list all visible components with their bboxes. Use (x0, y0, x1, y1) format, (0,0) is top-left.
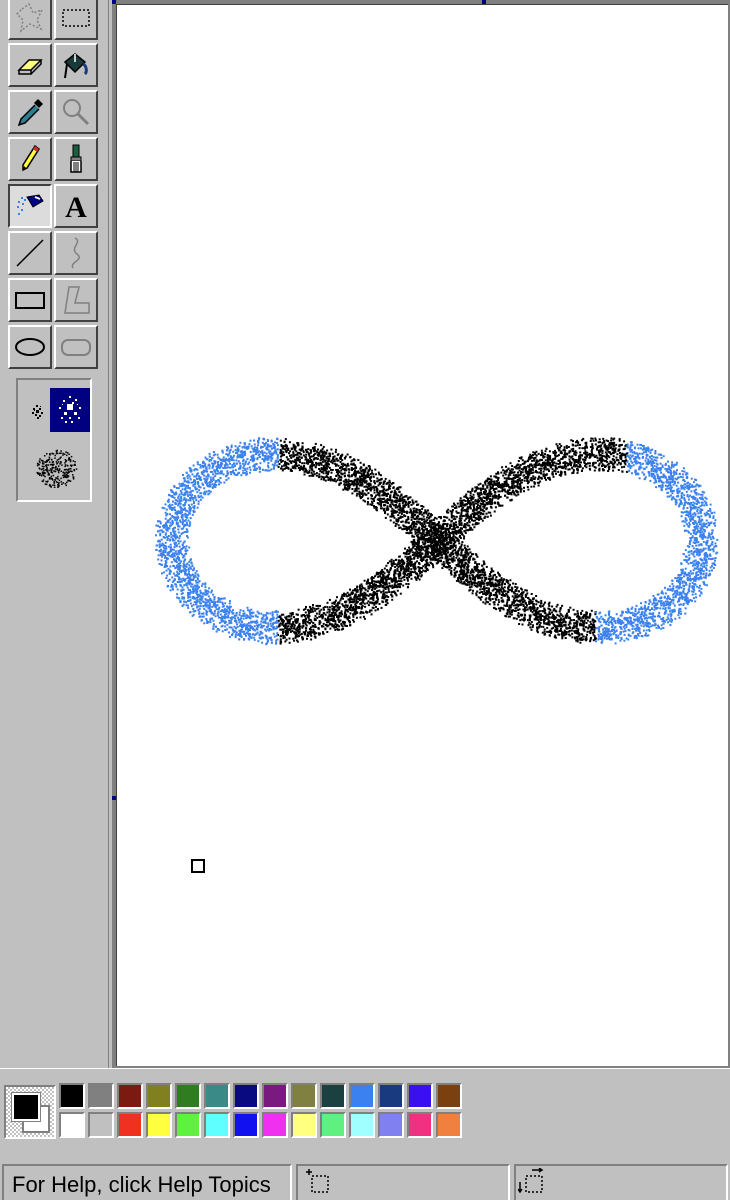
palette-color-swatch[interactable] (146, 1112, 172, 1138)
palette-color-swatch[interactable] (117, 1083, 143, 1109)
spray-size-large[interactable] (28, 442, 84, 494)
curve-icon (71, 237, 80, 269)
palette-color-swatch[interactable] (262, 1083, 288, 1109)
spray-size-medium[interactable] (50, 388, 90, 432)
palette-color-swatch[interactable] (349, 1083, 375, 1109)
rectangle-select-icon (62, 9, 90, 27)
tool-rectangle[interactable] (8, 278, 52, 322)
svg-text:A: A (65, 191, 87, 223)
tool-airbrush[interactable] (8, 184, 52, 228)
palette-color-swatch[interactable] (175, 1112, 201, 1138)
status-help-cell: For Help, click Help Topics (2, 1164, 292, 1200)
tool-box: A (0, 0, 108, 1068)
status-size-cell (514, 1164, 728, 1200)
palette-color-swatch[interactable] (407, 1083, 433, 1109)
polygon-icon (64, 286, 90, 314)
tool-eraser[interactable] (8, 43, 52, 87)
palette-color-swatch[interactable] (320, 1112, 346, 1138)
tool-select[interactable] (54, 0, 98, 40)
palette-color-swatch[interactable] (291, 1112, 317, 1138)
cursor-position-icon (306, 1169, 329, 1193)
drawing-canvas[interactable] (116, 4, 728, 1066)
spray-small-icon (32, 405, 43, 419)
palette-color-swatch[interactable] (262, 1112, 288, 1138)
eyedropper-icon (17, 99, 43, 127)
palette-color-swatch[interactable] (378, 1083, 404, 1109)
tool-text[interactable]: A (54, 184, 98, 228)
tool-polygon[interactable] (54, 278, 98, 322)
palette-color-swatch[interactable] (204, 1083, 230, 1109)
palette-color-swatch[interactable] (436, 1083, 462, 1109)
palette-color-swatch[interactable] (291, 1083, 317, 1109)
tool-brush[interactable] (54, 137, 98, 181)
pencil-icon (22, 144, 41, 172)
palette-color-swatch[interactable] (320, 1083, 346, 1109)
eraser-icon (17, 59, 43, 75)
foreground-color (11, 1092, 41, 1122)
rectangle-icon (15, 292, 45, 309)
ellipse-icon (15, 338, 45, 356)
spray-medium-icon (59, 396, 81, 423)
palette-color-swatch[interactable] (436, 1112, 462, 1138)
palette-color-swatch[interactable] (59, 1083, 85, 1109)
current-colors-indicator[interactable] (4, 1085, 56, 1139)
rounded-rectangle-icon (61, 339, 91, 356)
tool-fill[interactable] (54, 43, 98, 87)
fill-bucket-icon (63, 53, 88, 79)
tool-pick-color[interactable] (8, 90, 52, 134)
line-icon (16, 239, 44, 267)
canvas-resize-handle-top[interactable] (482, 0, 486, 4)
palette-color-swatch[interactable] (59, 1112, 85, 1138)
status-help-text: For Help, click Help Topics (12, 1172, 271, 1197)
tool-ellipse[interactable] (8, 325, 52, 369)
selection-size-icon (518, 1168, 544, 1194)
canvas-resize-handle-top-left[interactable] (112, 0, 116, 4)
palette-color-swatch[interactable] (117, 1112, 143, 1138)
text-icon: A (65, 191, 87, 223)
palette-color-swatch[interactable] (88, 1112, 114, 1138)
palette-color-swatch[interactable] (233, 1112, 259, 1138)
tool-magnifier[interactable] (54, 90, 98, 134)
tool-free-form-select[interactable] (8, 0, 52, 40)
tool-options-box (16, 378, 92, 502)
palette-color-swatch[interactable] (349, 1112, 375, 1138)
eraser-cursor-marker (191, 859, 205, 873)
palette-color-swatch[interactable] (204, 1112, 230, 1138)
canvas-resize-handle-left[interactable] (112, 796, 116, 800)
palette-color-swatch[interactable] (175, 1083, 201, 1109)
palette-color-swatch[interactable] (233, 1083, 259, 1109)
tool-rounded-rectangle[interactable] (54, 325, 98, 369)
airbrush-icon (17, 194, 44, 215)
free-form-select-icon (15, 2, 44, 33)
status-position-cell (296, 1164, 510, 1200)
brush-icon (70, 144, 82, 173)
palette-color-swatch[interactable] (88, 1083, 114, 1109)
spray-size-small[interactable] (24, 390, 52, 432)
palette-color-swatch[interactable] (146, 1083, 172, 1109)
infinity-drawing (155, 437, 719, 646)
palette-color-swatch[interactable] (407, 1112, 433, 1138)
color-box (0, 1068, 730, 1160)
tool-curve[interactable] (54, 231, 98, 275)
spray-large-icon (36, 449, 78, 488)
palette-color-swatch[interactable] (378, 1112, 404, 1138)
tool-pencil[interactable] (8, 137, 52, 181)
magnifier-icon (63, 99, 90, 126)
status-bar: For Help, click Help Topics (0, 1160, 730, 1200)
tool-line[interactable] (8, 231, 52, 275)
